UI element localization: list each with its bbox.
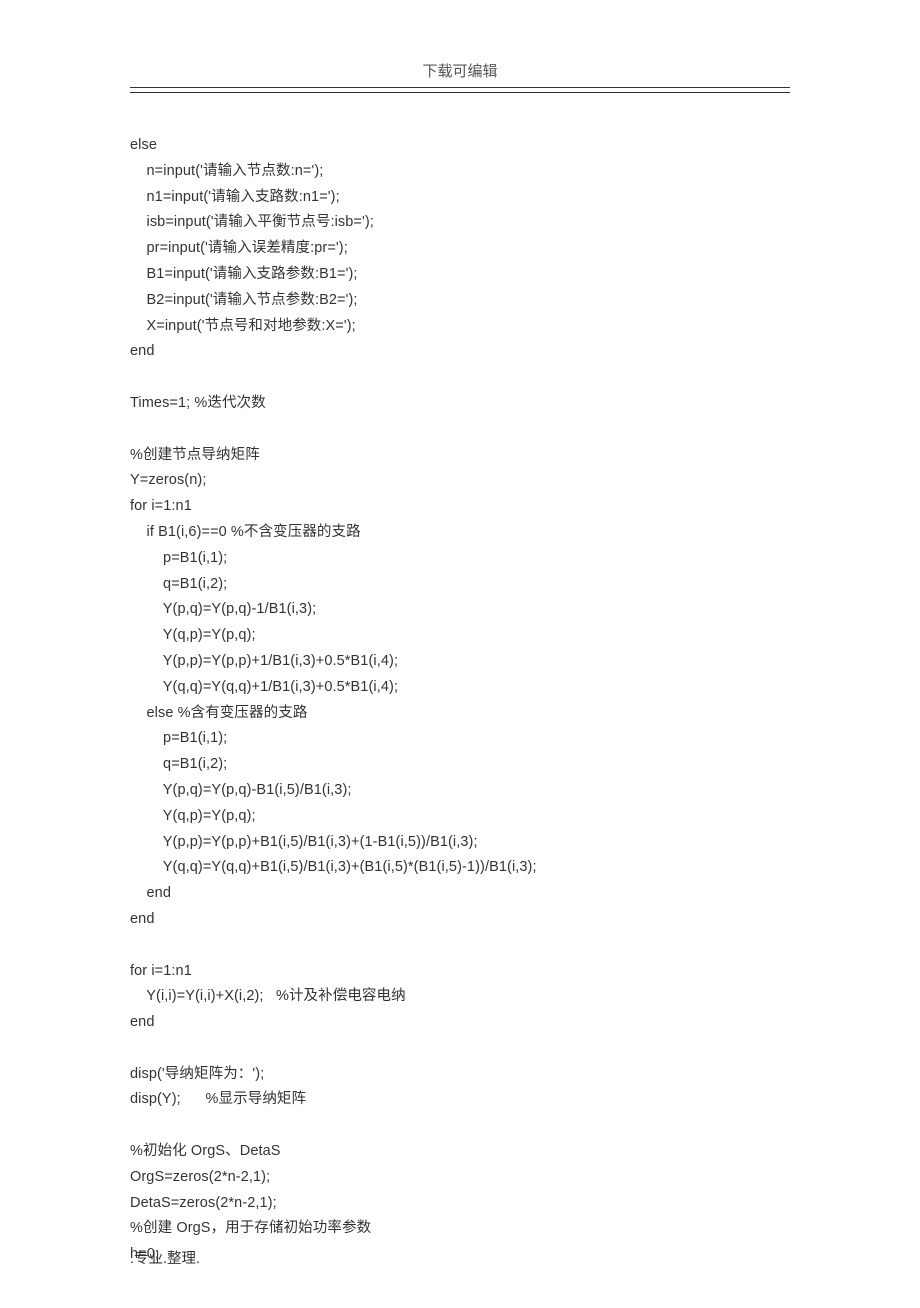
code-line: Times=1; %迭代次数 bbox=[130, 391, 790, 417]
code-line bbox=[130, 365, 790, 391]
code-line: %创建 OrgS，用于存储初始功率参数 bbox=[130, 1216, 790, 1242]
code-line: else %含有变压器的支路 bbox=[130, 701, 790, 727]
code-line: disp(Y); %显示导纳矩阵 bbox=[130, 1087, 790, 1113]
code-line bbox=[130, 933, 790, 959]
code-line: %初始化 OrgS、DetaS bbox=[130, 1139, 790, 1165]
code-line: Y(i,i)=Y(i,i)+X(i,2); %计及补偿电容电纳 bbox=[130, 984, 790, 1010]
code-line: Y(p,q)=Y(p,q)-1/B1(i,3); bbox=[130, 597, 790, 623]
code-line: for i=1:n1 bbox=[130, 959, 790, 985]
code-line: B2=input('请输入节点参数:B2='); bbox=[130, 288, 790, 314]
code-line: Y=zeros(n); bbox=[130, 468, 790, 494]
code-line bbox=[130, 417, 790, 443]
code-line: Y(q,p)=Y(p,q); bbox=[130, 804, 790, 830]
code-line: Y(p,q)=Y(p,q)-B1(i,5)/B1(i,3); bbox=[130, 778, 790, 804]
page-footer: .专业.整理. bbox=[130, 1247, 200, 1268]
page-header: 下载可编辑 bbox=[130, 60, 790, 88]
document-page: 下载可编辑 else n=input('请输入节点数:n='); n1=inpu… bbox=[0, 0, 920, 1308]
code-line: %创建节点导纳矩阵 bbox=[130, 443, 790, 469]
code-line: q=B1(i,2); bbox=[130, 572, 790, 598]
code-line: DetaS=zeros(2*n-2,1); bbox=[130, 1191, 790, 1217]
code-line: Y(q,p)=Y(p,q); bbox=[130, 623, 790, 649]
code-line: h=0; bbox=[130, 1242, 790, 1268]
code-line: X=input('节点号和对地参数:X='); bbox=[130, 314, 790, 340]
code-line: Y(q,q)=Y(q,q)+B1(i,5)/B1(i,3)+(B1(i,5)*(… bbox=[130, 855, 790, 881]
code-line: Y(p,p)=Y(p,p)+B1(i,5)/B1(i,3)+(1-B1(i,5)… bbox=[130, 830, 790, 856]
code-line: end bbox=[130, 907, 790, 933]
code-line: pr=input('请输入误差精度:pr='); bbox=[130, 236, 790, 262]
code-line bbox=[130, 1113, 790, 1139]
code-line: for i=1:n1 bbox=[130, 494, 790, 520]
code-block: else n=input('请输入节点数:n='); n1=input('请输入… bbox=[130, 133, 790, 1268]
code-line: B1=input('请输入支路参数:B1='); bbox=[130, 262, 790, 288]
code-line: disp('导纳矩阵为：'); bbox=[130, 1062, 790, 1088]
code-line: OrgS=zeros(2*n-2,1); bbox=[130, 1165, 790, 1191]
code-line: else bbox=[130, 133, 790, 159]
code-line: if B1(i,6)==0 %不含变压器的支路 bbox=[130, 520, 790, 546]
code-line: n=input('请输入节点数:n='); bbox=[130, 159, 790, 185]
header-underline bbox=[130, 92, 790, 93]
code-line: isb=input('请输入平衡节点号:isb='); bbox=[130, 210, 790, 236]
code-line: Y(p,p)=Y(p,p)+1/B1(i,3)+0.5*B1(i,4); bbox=[130, 649, 790, 675]
code-line: Y(q,q)=Y(q,q)+1/B1(i,3)+0.5*B1(i,4); bbox=[130, 675, 790, 701]
code-line: end bbox=[130, 1010, 790, 1036]
code-line: p=B1(i,1); bbox=[130, 546, 790, 572]
code-line: n1=input('请输入支路数:n1='); bbox=[130, 185, 790, 211]
code-line: p=B1(i,1); bbox=[130, 726, 790, 752]
code-line bbox=[130, 1036, 790, 1062]
code-line: end bbox=[130, 339, 790, 365]
code-line: q=B1(i,2); bbox=[130, 752, 790, 778]
code-line: end bbox=[130, 881, 790, 907]
